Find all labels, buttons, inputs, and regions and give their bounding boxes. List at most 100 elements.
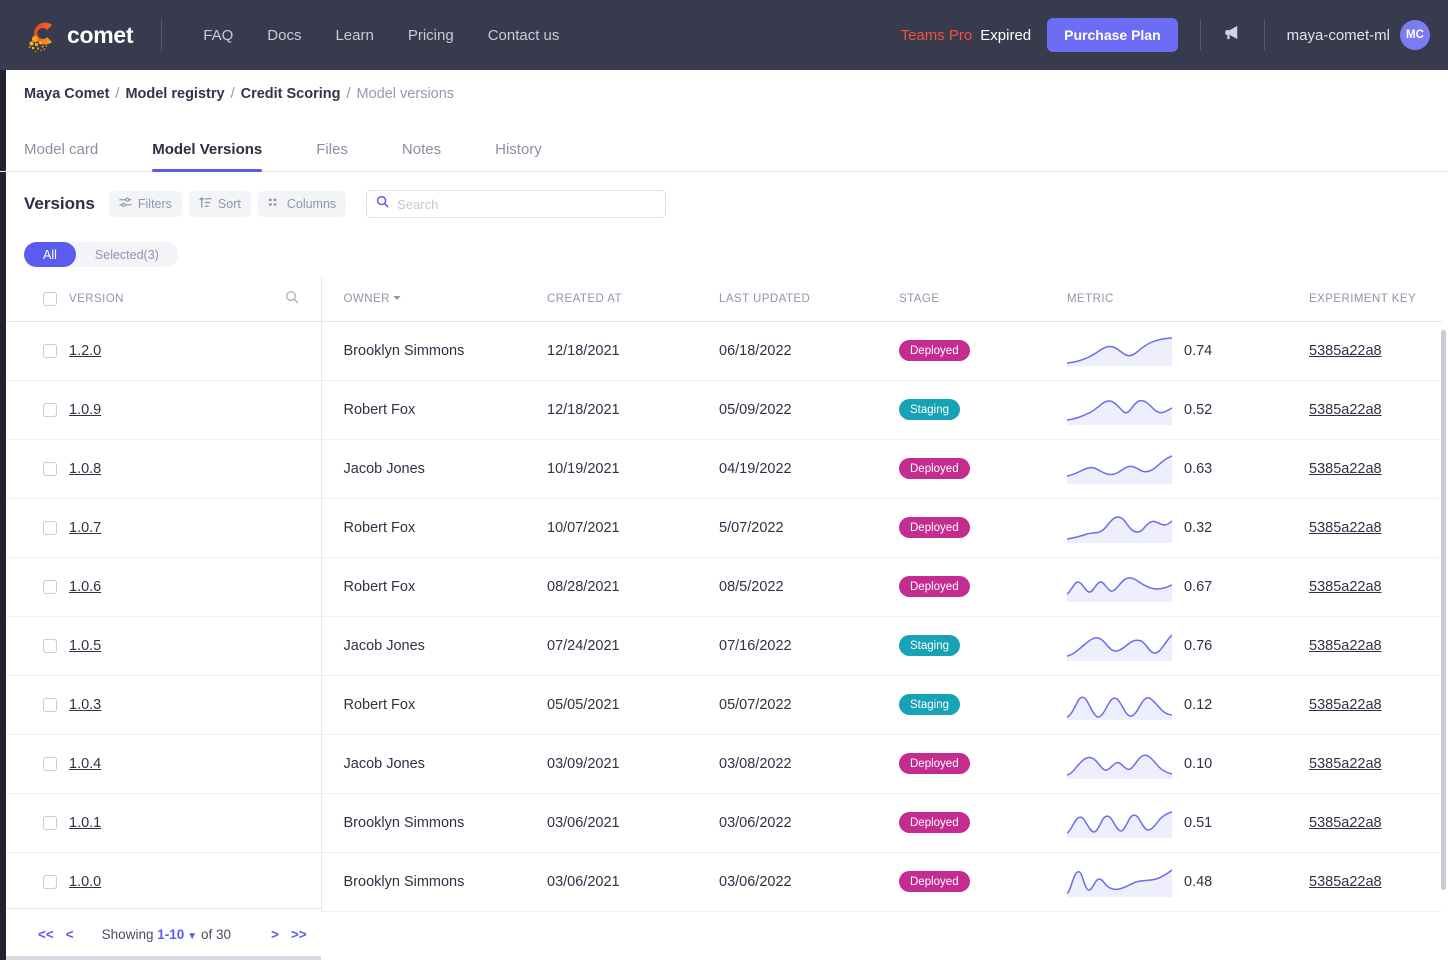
tab-model-versions[interactable]: Model Versions [152, 141, 262, 171]
version-link[interactable]: 1.0.7 [69, 520, 101, 536]
vertical-scrollbar-thumb[interactable] [1441, 330, 1446, 890]
column-header-last-updated[interactable]: LAST UPDATED [697, 277, 877, 321]
nav-link-pricing[interactable]: Pricing [391, 19, 471, 52]
segment-selected[interactable]: Selected(3) [76, 242, 178, 267]
breadcrumb-item-credit-scoring[interactable]: Credit Scoring [241, 86, 341, 102]
purchase-plan-button[interactable]: Purchase Plan [1047, 18, 1178, 52]
cell-metric: 0.12 [1045, 675, 1287, 734]
cell-last-updated: 07/16/2022 [697, 616, 877, 675]
column-header-metric[interactable]: METRIC [1045, 277, 1287, 321]
cell-metric: 0.52 [1045, 380, 1287, 439]
experiment-key-link[interactable]: 5385a22a8 [1309, 638, 1382, 654]
columns-button[interactable]: Columns [258, 191, 346, 217]
metric-value: 0.32 [1184, 520, 1212, 536]
experiment-key-link[interactable]: 5385a22a8 [1309, 697, 1382, 713]
horizontal-scrollbar-thumb[interactable] [6, 956, 321, 960]
avatar[interactable]: MC [1400, 20, 1430, 50]
table-row[interactable]: 1.0.3Robert Fox05/05/202105/07/2022Stagi… [6, 675, 1442, 734]
version-link[interactable]: 1.2.0 [69, 343, 101, 359]
experiment-key-link[interactable]: 5385a22a8 [1309, 343, 1382, 359]
version-link[interactable]: 1.0.5 [69, 638, 101, 654]
search-input[interactable] [397, 197, 656, 212]
row-checkbox[interactable] [43, 521, 57, 535]
table-row[interactable]: 1.0.1Brooklyn Simmons03/06/202103/06/202… [6, 793, 1442, 852]
owner-name: Jacob Jones [344, 638, 425, 654]
pagination-total: 30 [216, 927, 231, 942]
table-row[interactable]: 1.2.0Brooklyn Simmons12/18/202106/18/202… [6, 321, 1442, 380]
pagination-prev-button[interactable]: < [60, 927, 80, 942]
tab-notes[interactable]: Notes [402, 141, 441, 171]
version-search-icon[interactable] [285, 290, 299, 307]
cell-owner: Jacob Jones [321, 734, 525, 793]
chevron-down-icon[interactable] [393, 293, 401, 305]
row-checkbox[interactable] [43, 816, 57, 830]
version-link[interactable]: 1.0.9 [69, 402, 101, 418]
row-checkbox[interactable] [43, 875, 57, 889]
table-row[interactable]: 1.0.6Robert Fox08/28/202108/5/2022Deploy… [6, 557, 1442, 616]
megaphone-icon[interactable] [1223, 23, 1242, 47]
tab-files[interactable]: Files [316, 141, 348, 171]
version-link[interactable]: 1.0.4 [69, 756, 101, 772]
table-row[interactable]: 1.0.9Robert Fox12/18/202105/09/2022Stagi… [6, 380, 1442, 439]
version-link[interactable]: 1.0.3 [69, 697, 101, 713]
segment-all[interactable]: All [24, 242, 76, 267]
pagination-range[interactable]: 1-10 [157, 927, 184, 942]
row-checkbox[interactable] [43, 403, 57, 417]
table-row[interactable]: 1.0.5Jacob Jones07/24/202107/16/2022Stag… [6, 616, 1442, 675]
table-row[interactable]: 1.0.4Jacob Jones03/09/202103/08/2022Depl… [6, 734, 1442, 793]
tab-model-card[interactable]: Model card [24, 141, 98, 171]
experiment-key-link[interactable]: 5385a22a8 [1309, 579, 1382, 595]
table-row[interactable]: 1.0.7Robert Fox10/07/20215/07/2022Deploy… [6, 498, 1442, 557]
filters-button[interactable]: Filters [109, 191, 182, 217]
row-checkbox[interactable] [43, 344, 57, 358]
row-checkbox[interactable] [43, 639, 57, 653]
experiment-key-link[interactable]: 5385a22a8 [1309, 402, 1382, 418]
experiment-key-link[interactable]: 5385a22a8 [1309, 756, 1382, 772]
breadcrumb-item-workspace[interactable]: Maya Comet [24, 86, 109, 102]
column-header-created-at[interactable]: CREATED AT [525, 277, 697, 321]
row-checkbox[interactable] [43, 580, 57, 594]
pagination-next-button[interactable]: > [265, 927, 285, 942]
nav-link-docs[interactable]: Docs [250, 19, 318, 52]
table-row[interactable]: 1.0.0Brooklyn Simmons03/06/202103/06/202… [6, 852, 1442, 911]
nav-link-learn[interactable]: Learn [318, 19, 390, 52]
nav-link-faq[interactable]: FAQ [186, 19, 250, 52]
cell-version: 1.0.7 [6, 498, 321, 557]
sort-button[interactable]: Sort [189, 191, 251, 217]
version-link[interactable]: 1.0.6 [69, 579, 101, 595]
brand-logo[interactable]: comet [22, 15, 133, 55]
experiment-key-link[interactable]: 5385a22a8 [1309, 520, 1382, 536]
version-link[interactable]: 1.0.1 [69, 815, 101, 831]
experiment-key-link[interactable]: 5385a22a8 [1309, 874, 1382, 890]
row-checkbox[interactable] [43, 698, 57, 712]
experiment-key-link[interactable]: 5385a22a8 [1309, 815, 1382, 831]
experiment-key-link[interactable]: 5385a22a8 [1309, 461, 1382, 477]
column-header-owner[interactable]: OWNER [321, 277, 525, 321]
plan-name-label: Teams Pro [901, 27, 973, 44]
column-header-version[interactable]: VERSION [6, 277, 321, 321]
app-root: comet FAQ Docs Learn Pricing Contact us … [0, 0, 1448, 960]
version-link[interactable]: 1.0.0 [69, 874, 101, 890]
tab-history[interactable]: History [495, 141, 542, 171]
column-header-experiment-key[interactable]: EXPERIMENT KEY [1287, 277, 1442, 321]
user-name-label: maya-comet-ml [1287, 27, 1390, 44]
breadcrumb-item-model-registry[interactable]: Model registry [125, 86, 224, 102]
column-header-stage[interactable]: STAGE [877, 277, 1045, 321]
cell-created-at: 08/28/2021 [525, 557, 697, 616]
nav-link-contact-us[interactable]: Contact us [471, 19, 577, 52]
row-checkbox[interactable] [43, 757, 57, 771]
table-row[interactable]: 1.0.8Jacob Jones10/19/202104/19/2022Depl… [6, 439, 1442, 498]
search-box[interactable] [366, 190, 666, 218]
pagination-first-button[interactable]: << [32, 927, 60, 942]
status-badge: Staging [899, 399, 960, 420]
top-navigation-bar: comet FAQ Docs Learn Pricing Contact us … [0, 0, 1448, 70]
status-badge: Deployed [899, 340, 970, 361]
metric-value: 0.63 [1184, 461, 1212, 477]
brand-name: comet [67, 22, 133, 49]
row-checkbox[interactable] [43, 462, 57, 476]
version-link[interactable]: 1.0.8 [69, 461, 101, 477]
cell-stage: Deployed [877, 439, 1045, 498]
select-all-checkbox[interactable] [43, 292, 57, 306]
pagination-range-chevron-down-icon[interactable]: ▼ [187, 931, 197, 942]
pagination-last-button[interactable]: >> [285, 927, 313, 942]
